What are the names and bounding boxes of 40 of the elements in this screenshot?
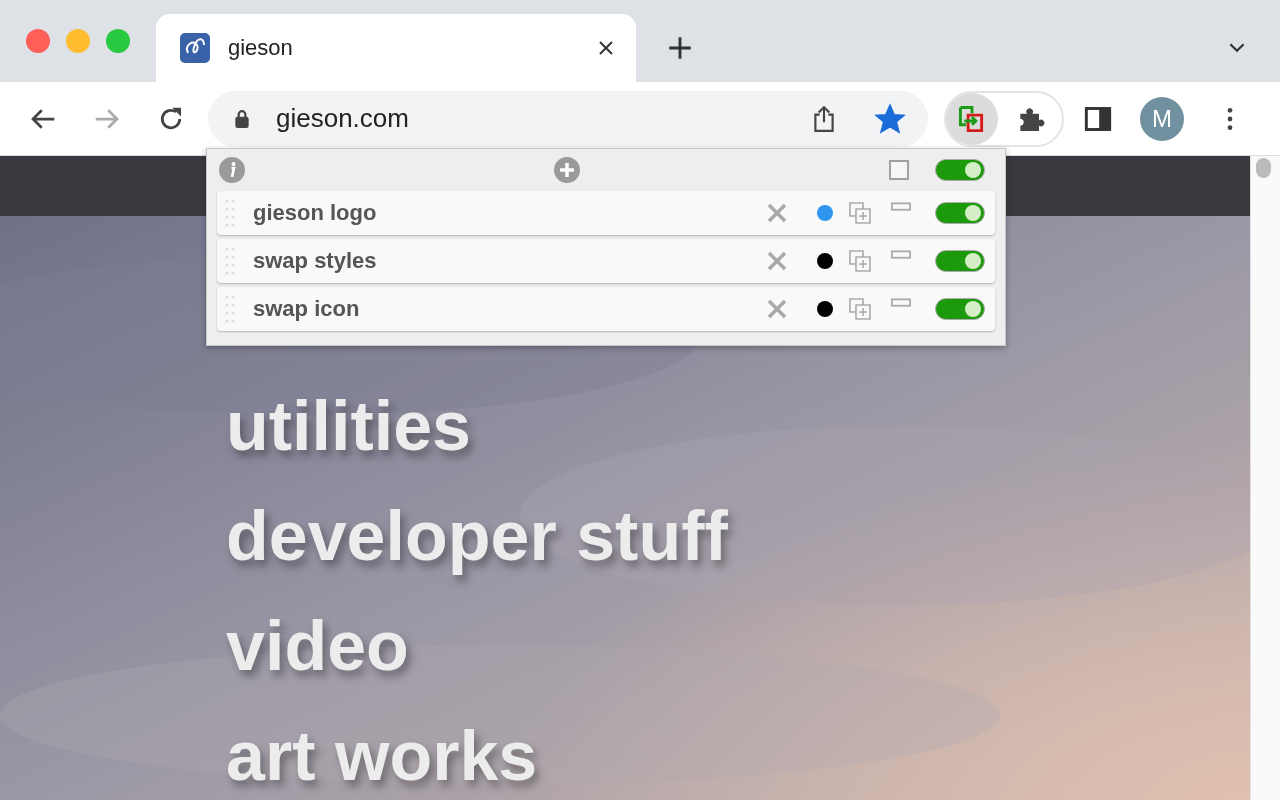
address-bar[interactable]: gieson.com <box>208 90 928 147</box>
info-icon[interactable] <box>219 157 245 183</box>
browser-tab[interactable]: gieson <box>156 14 636 82</box>
toggle-switch[interactable] <box>935 298 985 320</box>
collapse-icon[interactable] <box>891 250 911 260</box>
rule-row[interactable]: gieson logo <box>217 191 995 235</box>
delete-icon[interactable] <box>767 251 787 271</box>
checkbox[interactable] <box>889 160 909 180</box>
side-panel-icon[interactable] <box>1084 104 1112 133</box>
site-logo-icon <box>180 33 210 63</box>
duplicate-icon[interactable] <box>849 298 871 320</box>
menu-icon[interactable] <box>1226 105 1234 132</box>
zoom-window-button[interactable] <box>106 29 130 53</box>
toggle-switch[interactable] <box>935 250 985 272</box>
duplicate-icon[interactable] <box>849 250 871 272</box>
bookmark-star-icon[interactable] <box>874 102 906 135</box>
rule-row[interactable]: swap styles <box>217 239 995 283</box>
toggle-switch[interactable] <box>935 159 985 181</box>
drag-handle-icon[interactable] <box>225 295 235 323</box>
toggle-switch[interactable] <box>935 202 985 224</box>
add-icon[interactable] <box>554 157 580 183</box>
delete-icon[interactable] <box>767 203 787 223</box>
collapse-icon[interactable] <box>891 298 911 308</box>
collapse-icon[interactable] <box>891 202 911 212</box>
drag-handle-icon[interactable] <box>225 247 235 275</box>
color-dot[interactable] <box>817 301 833 317</box>
drag-handle-icon[interactable] <box>225 199 235 227</box>
share-icon[interactable] <box>812 104 836 133</box>
close-window-button[interactable] <box>26 29 50 53</box>
extension-swap-icon[interactable] <box>945 91 999 146</box>
lock-icon <box>234 108 250 129</box>
new-tab-icon[interactable] <box>668 36 692 60</box>
duplicate-icon[interactable] <box>849 202 871 224</box>
rule-row[interactable]: swap icon <box>217 287 995 331</box>
close-tab-icon[interactable] <box>598 40 614 56</box>
delete-icon[interactable] <box>767 299 787 319</box>
scrollbar[interactable] <box>1250 156 1280 800</box>
color-dot[interactable] <box>817 253 833 269</box>
color-dot[interactable] <box>817 205 833 221</box>
tab-list-icon[interactable] <box>1228 42 1246 53</box>
